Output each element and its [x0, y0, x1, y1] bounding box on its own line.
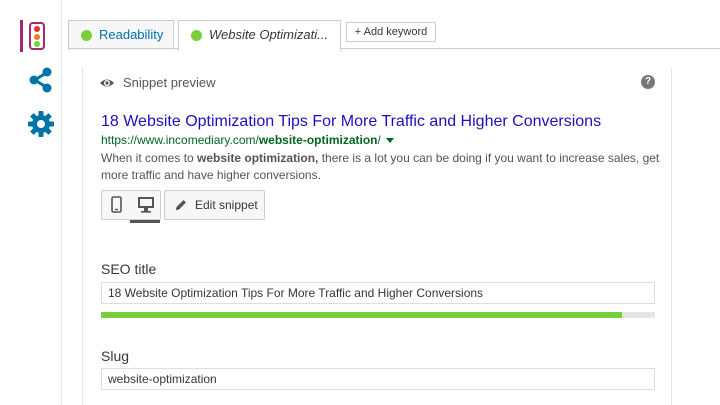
traffic-light-orange — [34, 34, 40, 40]
edit-snippet-label: Edit snippet — [195, 198, 258, 212]
tab-focus-keyword[interactable]: Website Optimizati... — [178, 20, 341, 51]
serp-url-end: / — [377, 133, 381, 147]
serp-desc-pre: When it comes to — [101, 151, 198, 165]
device-toggle-group — [101, 190, 161, 223]
serp-url-slug: website-optimization — [258, 133, 378, 147]
mobile-preview-button[interactable] — [102, 191, 131, 219]
desktop-icon — [138, 197, 154, 213]
gear-icon[interactable] — [27, 110, 55, 138]
seo-title-label: SEO title — [101, 261, 157, 277]
metabox-sidebar — [0, 0, 62, 405]
share-icon[interactable] — [28, 67, 54, 93]
eye-icon — [100, 79, 114, 87]
active-indicator — [20, 20, 23, 52]
snippet-panel: Snippet preview ? 18 Website Optimizatio… — [82, 68, 672, 405]
slug-label: Slug — [101, 348, 130, 364]
serp-title[interactable]: 18 Website Optimization Tips For More Tr… — [101, 113, 601, 131]
traffic-light-frame — [29, 22, 45, 50]
snippet-preview-title: Snippet preview — [123, 75, 216, 90]
tab-focus-keyword-label: Website Optimizati... — [209, 27, 328, 42]
green-dot-icon — [81, 30, 92, 41]
seo-title-progress-fill — [101, 312, 622, 318]
serp-url[interactable]: https://www.incomediary.com/website-opti… — [101, 133, 394, 147]
yoast-metabox: Readability Website Optimizati... + Add … — [62, 0, 720, 405]
seo-title-input[interactable] — [101, 282, 655, 304]
green-dot-icon — [191, 30, 202, 41]
active-device-indicator — [130, 220, 160, 223]
traffic-light-icon[interactable] — [20, 20, 52, 52]
traffic-light-green — [34, 41, 40, 47]
slug-input[interactable] — [101, 368, 655, 390]
desktop-preview-button[interactable] — [131, 191, 161, 219]
serp-url-base: https://www.incomediary.com/ — [101, 133, 259, 147]
pencil-icon — [176, 200, 186, 210]
mobile-icon — [111, 196, 122, 213]
tab-readability[interactable]: Readability — [68, 20, 174, 50]
help-icon[interactable]: ? — [641, 75, 655, 89]
traffic-light-red — [34, 26, 40, 32]
serp-description[interactable]: When it comes to website optimization, t… — [101, 150, 661, 184]
seo-title-progress — [101, 312, 655, 318]
edit-snippet-button[interactable]: Edit snippet — [164, 190, 265, 220]
add-keyword-button[interactable]: + Add keyword — [346, 22, 436, 42]
tab-divider — [68, 48, 720, 49]
caret-down-icon — [385, 138, 394, 143]
serp-desc-keyword: website optimization, — [197, 151, 319, 165]
tab-readability-label: Readability — [99, 27, 164, 42]
